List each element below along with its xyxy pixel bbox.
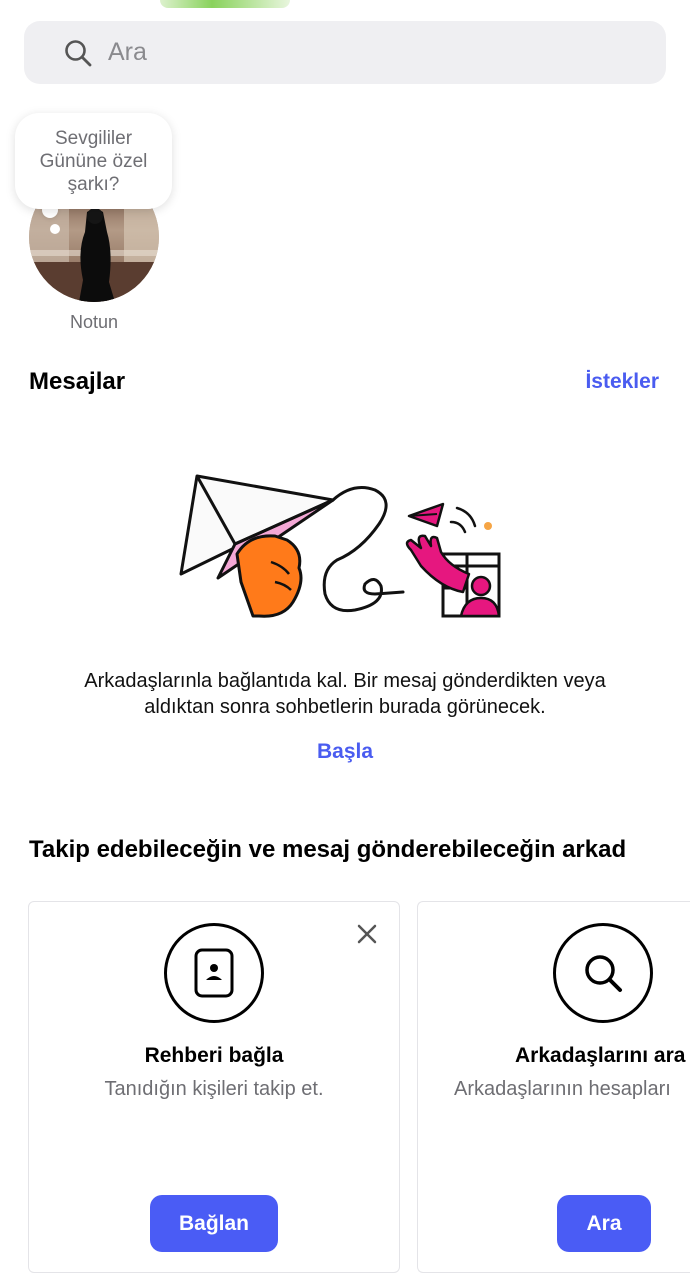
messages-empty-illustration bbox=[179, 474, 501, 618]
connect-button[interactable]: Bağlan bbox=[150, 1195, 278, 1252]
start-link[interactable]: Başla bbox=[0, 740, 690, 764]
suggestion-card-contacts: Rehberi bağla Tanıdığın kişileri takip e… bbox=[28, 901, 400, 1273]
search-icon bbox=[65, 39, 92, 66]
card-title: Arkadaşlarını ara bbox=[515, 1044, 686, 1067]
messages-title: Mesajlar bbox=[29, 368, 126, 395]
messages-empty-text: Arkadaşlarınla bağlantıda kal. Bir mesaj… bbox=[84, 670, 606, 718]
search-button[interactable]: Ara bbox=[557, 1195, 651, 1252]
search-icon-circle bbox=[553, 923, 653, 1023]
contact-book-icon-circle bbox=[164, 923, 264, 1023]
search-bar[interactable] bbox=[24, 21, 666, 84]
search-icon bbox=[585, 955, 622, 992]
top-sliver bbox=[160, 0, 290, 8]
requests-link[interactable]: İstekler bbox=[585, 370, 659, 394]
close-icon[interactable] bbox=[355, 922, 379, 946]
suggestions-title: Takip edebileceğin ve mesaj gönderebilec… bbox=[29, 836, 627, 863]
card-subtitle: Arkadaşlarının hesapları bbox=[454, 1078, 671, 1100]
orange-hand bbox=[235, 534, 303, 618]
avatar-label: Notun bbox=[69, 312, 119, 332]
suggestion-card-search-friends: Arkadaşlarını ara Arkadaşlarının hesapla… bbox=[417, 901, 690, 1273]
squiggle-line bbox=[322, 486, 405, 613]
note-bubble[interactable]: Sevgililer Gününe özel şarkı? bbox=[15, 113, 172, 209]
search-input[interactable] bbox=[108, 38, 608, 67]
note-text: Sevgililer Gününe özel şarkı? bbox=[39, 127, 148, 195]
card-title: Rehberi bağla bbox=[144, 1044, 284, 1067]
card-subtitle: Tanıdığın kişileri takip et. bbox=[104, 1078, 324, 1100]
contact-book-icon bbox=[194, 948, 234, 998]
note-bubble-tail-small bbox=[50, 224, 60, 234]
